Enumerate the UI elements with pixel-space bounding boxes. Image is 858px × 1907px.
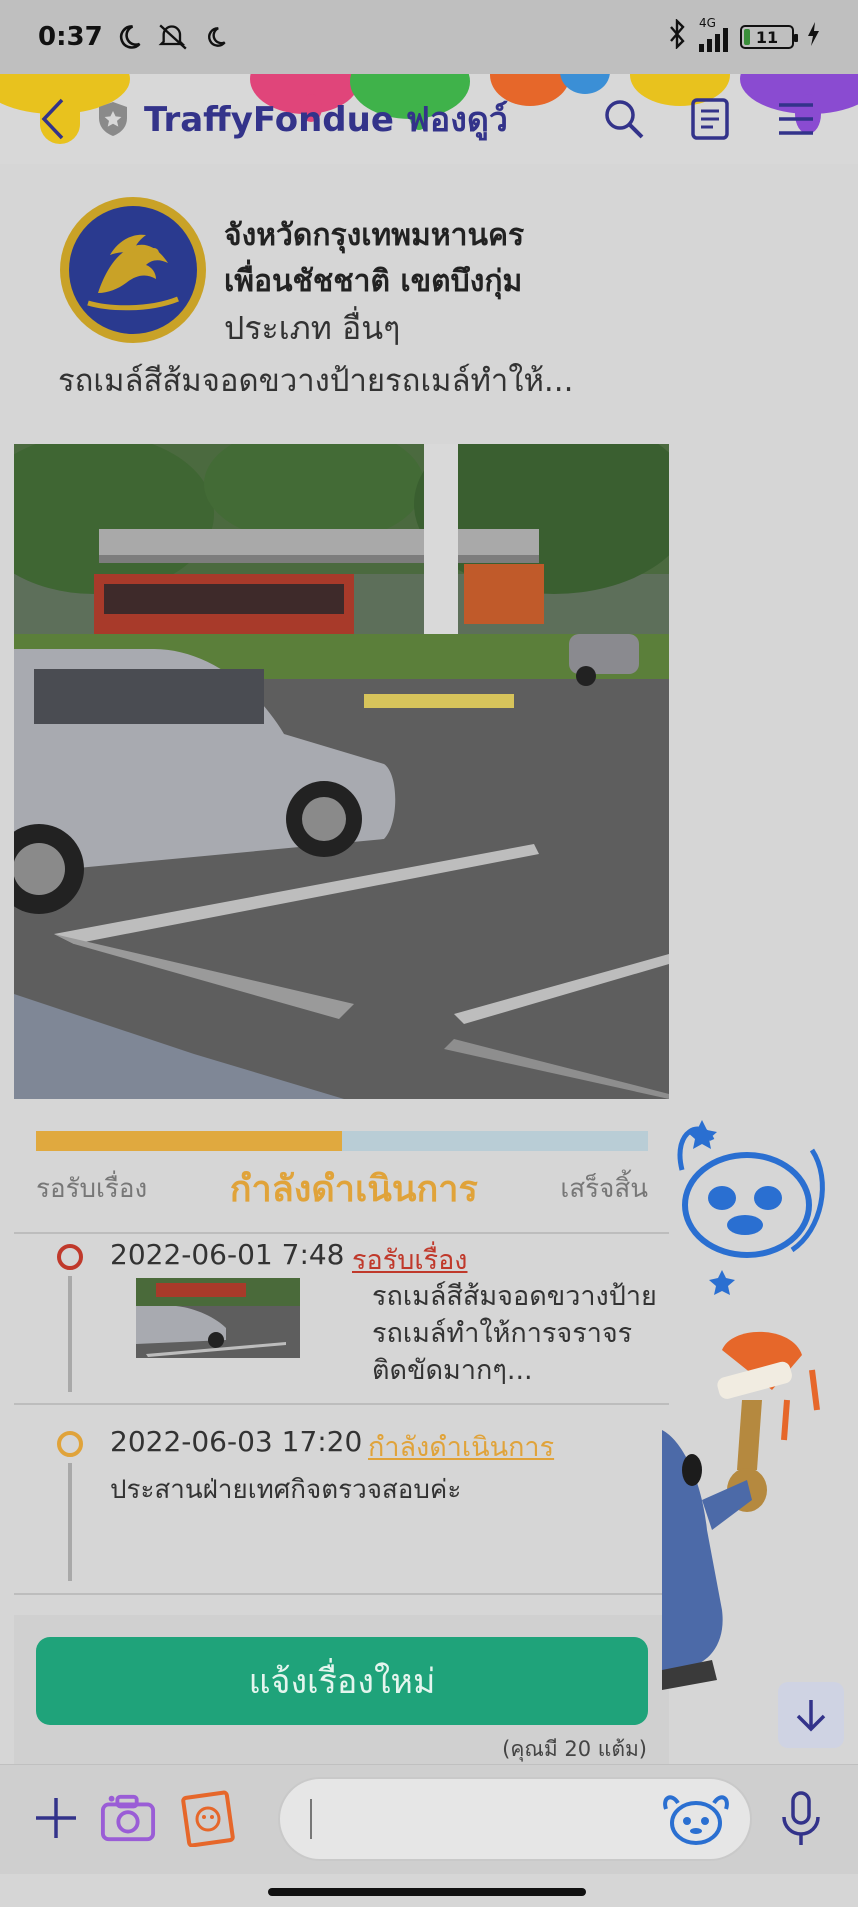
battery-icon: 11 bbox=[740, 25, 798, 49]
photo-icon bbox=[181, 1790, 235, 1847]
menu-icon bbox=[779, 103, 813, 135]
step-completed: เสร็จสิ้น bbox=[560, 1173, 648, 1204]
message-input-container bbox=[278, 1777, 752, 1861]
step-in-progress: กำลังดำเนินการ bbox=[229, 1168, 478, 1210]
progress-bar-remaining bbox=[342, 1131, 648, 1151]
camera-icon bbox=[100, 1794, 156, 1842]
camera-button[interactable] bbox=[100, 1789, 156, 1847]
timeline-status-link[interactable]: กำลังดำเนินการ bbox=[368, 1425, 554, 1468]
timeline-dot-in-progress bbox=[57, 1431, 83, 1457]
sticker-button[interactable] bbox=[660, 1791, 732, 1849]
search-button[interactable] bbox=[602, 97, 646, 141]
timeline-thumbnail[interactable] bbox=[136, 1278, 300, 1358]
moon-small-icon bbox=[203, 24, 229, 50]
plus-button[interactable] bbox=[28, 1789, 84, 1847]
menu-button[interactable] bbox=[774, 97, 818, 141]
new-report-button[interactable]: แจ้งเรื่องใหม่ bbox=[36, 1637, 648, 1725]
org-name-line2: เพื่อนชัชชาติ เขตบึงกุ่ม bbox=[224, 264, 523, 299]
mic-button[interactable] bbox=[776, 1789, 826, 1849]
timeline-item: 2022-06-01 7:48 รอรับเรื่อง รถเมล์สีส้มจ… bbox=[14, 1232, 669, 1405]
search-icon bbox=[605, 100, 644, 139]
chat-title[interactable]: TraffyFondue ฟองดูว์ bbox=[144, 92, 508, 146]
points-text: (คุณมี 20 แต้ม) bbox=[502, 1737, 647, 1761]
status-time: 0:37 bbox=[38, 22, 103, 52]
progress-bar-fill bbox=[36, 1131, 342, 1151]
progress-steps: รอรับเรื่อง กำลังดำเนินการ เสร็จสิ้น bbox=[36, 1160, 648, 1216]
bangkok-seal-logo bbox=[58, 195, 208, 345]
notes-button[interactable] bbox=[688, 97, 732, 141]
notes-icon bbox=[691, 98, 729, 140]
battery-level: 11 bbox=[755, 27, 779, 47]
stitch-painting-sticker bbox=[662, 1330, 832, 1710]
progress-bar bbox=[36, 1131, 648, 1151]
action-area: แจ้งเรื่องใหม่ (คุณมี 20 แต้ม) bbox=[14, 1615, 669, 1765]
step-pending: รอรับเรื่อง bbox=[36, 1173, 148, 1204]
timeline-dot-pending bbox=[57, 1244, 83, 1270]
photo-button[interactable] bbox=[180, 1789, 236, 1847]
home-indicator[interactable] bbox=[268, 1888, 586, 1896]
timeline-item: 2022-06-03 17:20 กำลังดำเนินการ ประสานฝ่… bbox=[14, 1405, 669, 1595]
status-bar: 0:37 4G 11 bbox=[0, 0, 858, 74]
back-icon bbox=[41, 98, 64, 140]
timeline-date: 2022-06-03 17:20 bbox=[110, 1425, 363, 1458]
plus-icon bbox=[36, 1798, 76, 1838]
chat-header: TraffyFondue ฟองดูว์ bbox=[0, 74, 858, 164]
shield-icon bbox=[96, 100, 130, 138]
report-headline[interactable]: รถเมล์สีส้มจอดขวางป้ายรถเมล์ทำให้... bbox=[58, 355, 573, 405]
message-input[interactable] bbox=[310, 1799, 640, 1839]
report-card: จังหวัดกรุงเทพมหานคร เพื่อนชัชชาติ เขตบึ… bbox=[14, 175, 669, 1765]
stitch-sticker-head bbox=[662, 1110, 842, 1300]
scroll-to-bottom-button[interactable] bbox=[778, 1682, 844, 1748]
arrow-down-icon bbox=[796, 1700, 826, 1732]
mute-icon bbox=[157, 23, 189, 51]
org-name-line1: จังหวัดกรุงเทพมหานคร bbox=[224, 218, 525, 253]
sticker-icon bbox=[663, 1795, 729, 1845]
bluetooth-icon bbox=[667, 17, 687, 56]
signal-icon: 4G bbox=[699, 16, 728, 52]
timeline-date: 2022-06-01 7:48 bbox=[110, 1238, 345, 1271]
timeline-status-link[interactable]: รอรับเรื่อง bbox=[352, 1238, 468, 1281]
report-photo[interactable] bbox=[14, 444, 669, 1099]
timeline-note: ประสานฝ่ายเทศกิจตรวจสอบค่ะ bbox=[110, 1475, 462, 1505]
report-category: ประเภท อื่นๆ bbox=[224, 309, 401, 347]
mic-icon bbox=[782, 1791, 820, 1845]
timeline-description: รถเมล์สีส้มจอดขวางป้ายรถเมล์ทำให้การจราจ… bbox=[372, 1281, 657, 1386]
message-input-bar bbox=[0, 1764, 858, 1874]
network-type: 4G bbox=[699, 16, 716, 30]
status-timeline: 2022-06-01 7:48 รอรับเรื่อง รถเมล์สีส้มจ… bbox=[14, 1232, 669, 1595]
moon-icon bbox=[115, 23, 143, 51]
charging-icon bbox=[806, 21, 820, 54]
back-button[interactable] bbox=[40, 94, 80, 144]
